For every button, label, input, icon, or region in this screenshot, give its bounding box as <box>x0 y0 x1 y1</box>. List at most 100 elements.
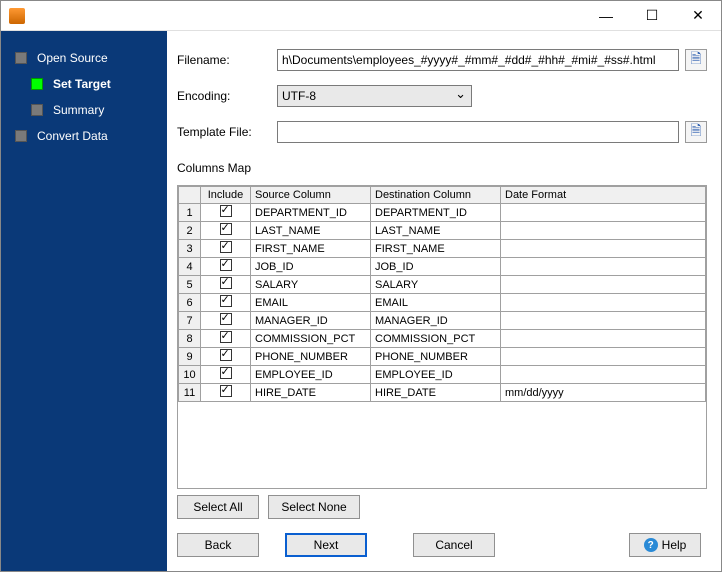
file-icon: 🗎 <box>690 120 701 144</box>
source-cell[interactable]: EMPLOYEE_ID <box>251 366 371 384</box>
row-number: 9 <box>179 348 201 366</box>
browse-template-button[interactable]: 🗎 <box>685 121 707 143</box>
destination-cell[interactable]: JOB_ID <box>371 258 501 276</box>
close-button[interactable]: ✕ <box>675 1 721 31</box>
help-label: Help <box>662 538 687 552</box>
source-cell[interactable]: HIRE_DATE <box>251 384 371 402</box>
sidebar-item-label: Open Source <box>37 51 108 65</box>
main: Open Source Set Target Summary Convert D… <box>1 31 721 571</box>
source-cell[interactable]: MANAGER_ID <box>251 312 371 330</box>
header-include[interactable]: Include <box>201 187 251 204</box>
destination-cell[interactable]: SALARY <box>371 276 501 294</box>
destination-cell[interactable]: LAST_NAME <box>371 222 501 240</box>
table-row: 9 PHONE_NUMBERPHONE_NUMBER <box>179 348 706 366</box>
destination-cell[interactable]: COMMISSION_PCT <box>371 330 501 348</box>
row-number: 3 <box>179 240 201 258</box>
source-cell[interactable]: SALARY <box>251 276 371 294</box>
date-format-cell[interactable] <box>501 348 706 366</box>
table-row: 3 FIRST_NAMEFIRST_NAME <box>179 240 706 258</box>
row-number: 5 <box>179 276 201 294</box>
date-format-cell[interactable] <box>501 366 706 384</box>
sidebar-item-label: Summary <box>53 103 104 117</box>
sidebar-item-open-source[interactable]: Open Source <box>1 45 167 71</box>
include-cell[interactable] <box>201 294 251 312</box>
maximize-button[interactable]: ☐ <box>629 1 675 31</box>
source-cell[interactable]: COMMISSION_PCT <box>251 330 371 348</box>
checkbox-icon <box>220 349 232 361</box>
date-format-cell[interactable] <box>501 312 706 330</box>
sidebar-item-label: Set Target <box>53 77 111 91</box>
include-cell[interactable] <box>201 240 251 258</box>
date-format-cell[interactable] <box>501 276 706 294</box>
include-cell[interactable] <box>201 258 251 276</box>
include-cell[interactable] <box>201 276 251 294</box>
header-destination[interactable]: Destination Column <box>371 187 501 204</box>
source-cell[interactable]: LAST_NAME <box>251 222 371 240</box>
include-cell[interactable] <box>201 366 251 384</box>
row-number: 2 <box>179 222 201 240</box>
destination-cell[interactable]: HIRE_DATE <box>371 384 501 402</box>
cancel-button[interactable]: Cancel <box>413 533 495 557</box>
sidebar-item-convert-data[interactable]: Convert Data <box>1 123 167 149</box>
selection-buttons: Select All Select None <box>177 495 707 519</box>
help-button[interactable]: ? Help <box>629 533 701 557</box>
include-cell[interactable] <box>201 384 251 402</box>
header-date-format[interactable]: Date Format <box>501 187 706 204</box>
destination-cell[interactable]: PHONE_NUMBER <box>371 348 501 366</box>
encoding-select-wrap: UTF-8 <box>277 85 472 107</box>
source-cell[interactable]: DEPARTMENT_ID <box>251 204 371 222</box>
source-cell[interactable]: JOB_ID <box>251 258 371 276</box>
filename-label: Filename: <box>177 53 277 67</box>
date-format-cell[interactable] <box>501 258 706 276</box>
table-row: 2 LAST_NAMELAST_NAME <box>179 222 706 240</box>
sidebar-item-summary[interactable]: Summary <box>1 97 167 123</box>
sidebar-item-set-target[interactable]: Set Target <box>1 71 167 97</box>
minimize-button[interactable]: — <box>583 1 629 31</box>
include-cell[interactable] <box>201 330 251 348</box>
filename-input[interactable] <box>277 49 679 71</box>
include-cell[interactable] <box>201 204 251 222</box>
include-cell[interactable] <box>201 222 251 240</box>
select-none-button[interactable]: Select None <box>268 495 359 519</box>
source-cell[interactable]: FIRST_NAME <box>251 240 371 258</box>
filename-row: Filename: 🗎 <box>177 49 707 71</box>
destination-cell[interactable]: MANAGER_ID <box>371 312 501 330</box>
row-number: 11 <box>179 384 201 402</box>
checkbox-icon <box>220 331 232 343</box>
node-box-icon <box>31 78 43 90</box>
destination-cell[interactable]: DEPARTMENT_ID <box>371 204 501 222</box>
wizard-buttons: Back Next Cancel ? Help <box>177 533 707 557</box>
row-number: 1 <box>179 204 201 222</box>
help-icon: ? <box>644 538 658 552</box>
template-row: Template File: 🗎 <box>177 121 707 143</box>
header-source[interactable]: Source Column <box>251 187 371 204</box>
table-row: 11HIRE_DATEHIRE_DATEmm/dd/yyyy <box>179 384 706 402</box>
destination-cell[interactable]: FIRST_NAME <box>371 240 501 258</box>
source-cell[interactable]: EMAIL <box>251 294 371 312</box>
browse-filename-button[interactable]: 🗎 <box>685 49 707 71</box>
date-format-cell[interactable] <box>501 222 706 240</box>
table-row: 6EMAILEMAIL <box>179 294 706 312</box>
checkbox-icon <box>220 277 232 289</box>
node-box-icon <box>15 130 27 142</box>
template-input[interactable] <box>277 121 679 143</box>
date-format-cell[interactable] <box>501 204 706 222</box>
date-format-cell[interactable] <box>501 240 706 258</box>
checkbox-icon <box>220 313 232 325</box>
date-format-cell[interactable] <box>501 294 706 312</box>
grid-corner <box>179 187 201 204</box>
destination-cell[interactable]: EMPLOYEE_ID <box>371 366 501 384</box>
date-format-cell[interactable]: mm/dd/yyyy <box>501 384 706 402</box>
back-button[interactable]: Back <box>177 533 259 557</box>
destination-cell[interactable]: EMAIL <box>371 294 501 312</box>
encoding-select[interactable]: UTF-8 <box>277 85 472 107</box>
encoding-row: Encoding: UTF-8 <box>177 85 707 107</box>
date-format-cell[interactable] <box>501 330 706 348</box>
include-cell[interactable] <box>201 348 251 366</box>
table-row: 4JOB_IDJOB_ID <box>179 258 706 276</box>
node-box-icon <box>31 104 43 116</box>
source-cell[interactable]: PHONE_NUMBER <box>251 348 371 366</box>
include-cell[interactable] <box>201 312 251 330</box>
next-button[interactable]: Next <box>285 533 367 557</box>
select-all-button[interactable]: Select All <box>177 495 259 519</box>
